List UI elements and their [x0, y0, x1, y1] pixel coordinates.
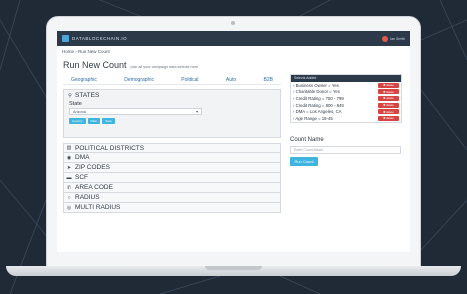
section-label: ZIP CODES — [75, 164, 110, 171]
section-label: POLITICAL DISTRICTS — [75, 144, 145, 152]
brand[interactable]: DATABLOCKCHAIN.IO — [62, 35, 127, 42]
section-label: AREA CODE — [75, 184, 113, 191]
section-political-districts[interactable]: ▥ POLITICAL DISTRICTS — [63, 143, 281, 153]
states-heading: STATES — [75, 92, 100, 99]
section-label: DMA — [75, 154, 90, 161]
select-text: › Credit Rating = 800 - 849 — [293, 102, 344, 108]
state-label: State — [69, 101, 82, 107]
select-text: › Business Owner = Yes — [293, 82, 339, 88]
tab-political[interactable]: Political — [181, 77, 198, 83]
circle-icon: ○ — [67, 194, 71, 201]
state-select[interactable]: Arizona ▾ — [69, 108, 202, 115]
app-screen: DATABLOCKCHAIN.IO Ian Smith Home › Run N… — [57, 31, 410, 252]
breadcrumb[interactable]: Home › Run New Count — [57, 46, 410, 58]
section-radius[interactable]: ○ RADIUS — [63, 193, 281, 203]
list-item: › DMA = Los Angeles, CA ✖ delete — [291, 108, 401, 115]
selected-list: Selects Added › Business Owner = Yes ✖ d… — [290, 74, 402, 123]
selected-heading: Selects Added — [291, 75, 401, 82]
laptop-notch — [205, 266, 262, 270]
section-multi-radius[interactable]: ◎ MULTI RADIUS — [63, 203, 281, 213]
app-header: DATABLOCKCHAIN.IO Ian Smith — [57, 31, 410, 46]
delete-button[interactable]: ✖ delete — [378, 89, 399, 95]
run-count-button[interactable]: Run Count — [290, 156, 318, 166]
section-label: RADIUS — [75, 194, 100, 201]
section-label: MULTI RADIUS — [75, 204, 121, 211]
multi-circle-icon: ◎ — [66, 204, 72, 211]
section-zip-codes[interactable]: ➤ ZIP CODES — [63, 163, 281, 173]
section-dma[interactable]: ◉ DMA — [63, 153, 281, 163]
target-icon: ◉ — [66, 154, 72, 161]
delete-button[interactable]: ✖ delete — [378, 115, 399, 121]
delete-button[interactable]: ✖ delete — [378, 102, 399, 108]
avatar — [382, 35, 389, 42]
save-button[interactable]: Save — [102, 118, 116, 124]
section-scf[interactable]: ▬ SCF — [63, 173, 281, 183]
brand-name: DATABLOCKCHAIN.IO — [72, 36, 128, 41]
list-item: › Business Owner = Yes ✖ delete — [291, 82, 401, 89]
delete-button[interactable]: ✖ delete — [378, 109, 399, 115]
tab-geographic[interactable]: Geographic — [71, 77, 97, 83]
count-name-label: Count Name — [290, 136, 324, 143]
page-title-row: Run New Count pick all your campaign dat… — [57, 60, 410, 70]
phone-icon: ✆ — [66, 184, 72, 191]
page-subtitle: pick all your campaign data selects here — [130, 65, 199, 69]
list-item: › Credit Rating = 800 - 849 ✖ delete — [291, 102, 401, 109]
tab-demographic[interactable]: Demographic — [124, 77, 154, 83]
filter-button[interactable]: Filter — [87, 118, 101, 124]
selects-column: Geographic Demographic Political Auto B2… — [63, 74, 281, 213]
camera-dot — [231, 21, 235, 25]
delete-button[interactable]: ✖ delete — [378, 95, 399, 101]
logo-icon — [62, 35, 69, 42]
list-item: › Age Range = 18-45 ✖ delete — [291, 115, 401, 122]
location-arrow-icon: ➤ — [66, 164, 72, 171]
states-panel: ⚲ STATES State Arizona ▾ Country Filter … — [63, 89, 281, 138]
list-item: › Charitable Donor = Yes ✖ delete — [291, 89, 401, 96]
main-content: Geographic Demographic Political Auto B2… — [57, 74, 410, 252]
tab-b2b[interactable]: B2B — [264, 77, 273, 83]
list-item: › Credit Rating = 750 - 799 ✖ delete — [291, 95, 401, 102]
states-header[interactable]: ⚲ STATES — [64, 90, 280, 101]
map-marker-icon: ⚲ — [68, 92, 72, 99]
chevron-down-icon: ▾ — [196, 110, 198, 114]
section-area-code[interactable]: ✆ AREA CODE — [63, 183, 281, 193]
columns-icon: ▥ — [66, 145, 72, 151]
envelope-icon: ▬ — [66, 174, 72, 181]
tab-auto[interactable]: Auto — [226, 77, 236, 83]
category-tabs: Geographic Demographic Political Auto B2… — [63, 74, 281, 85]
country-button[interactable]: Country — [69, 118, 86, 124]
select-text: › Age Range = 18-45 — [293, 115, 333, 121]
user-name: Ian Smith — [390, 36, 405, 41]
select-text: › Credit Rating = 750 - 799 — [293, 95, 344, 101]
user-menu[interactable]: Ian Smith — [382, 35, 405, 42]
section-label: SCF — [75, 174, 88, 181]
summary-column: Selects Added › Business Owner = Yes ✖ d… — [290, 74, 402, 166]
count-name-input[interactable]: Enter Count Name — [290, 145, 401, 154]
delete-button[interactable]: ✖ delete — [378, 82, 399, 88]
state-select-value: Arizona — [73, 109, 86, 114]
select-text: › DMA = Los Angeles, CA — [293, 109, 342, 115]
select-text: › Charitable Donor = Yes — [293, 89, 340, 95]
page-title: Run New Count — [63, 60, 127, 70]
states-buttons: Country Filter Save — [64, 115, 280, 127]
